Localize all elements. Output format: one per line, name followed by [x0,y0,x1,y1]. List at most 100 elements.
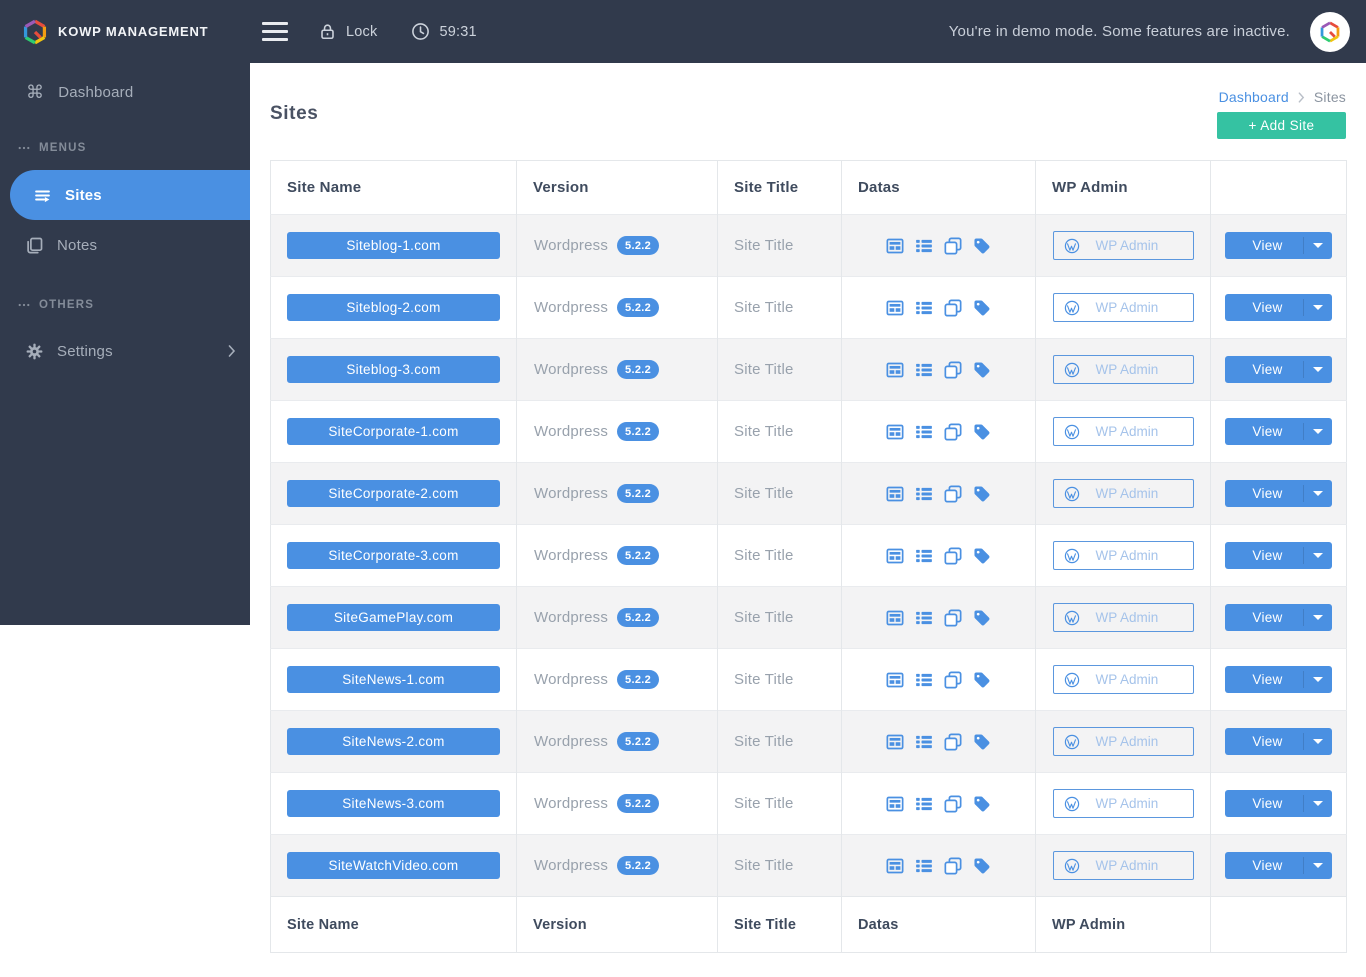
tag-icon[interactable] [973,485,991,503]
lock-button[interactable]: Lock [318,22,377,41]
th-list-icon[interactable] [915,857,933,875]
tag-icon[interactable] [973,299,991,317]
table-icon[interactable] [886,423,904,441]
clone-icon[interactable] [944,361,962,379]
wp-admin-button[interactable]: WP Admin [1052,727,1194,756]
wp-admin-button[interactable]: WP Admin [1052,789,1194,818]
tag-icon[interactable] [973,609,991,627]
avatar[interactable] [1310,11,1350,52]
wp-admin-button[interactable]: WP Admin [1052,231,1194,260]
table-icon[interactable] [886,237,904,255]
site-name-button[interactable]: Siteblog-2.com [287,294,500,321]
wp-admin-button[interactable]: WP Admin [1052,603,1194,632]
th-list-icon[interactable] [915,547,933,565]
caret-down-icon [1313,305,1323,310]
site-name-button[interactable]: SiteCorporate-2.com [287,480,500,507]
tag-icon[interactable] [973,795,991,813]
clone-icon[interactable] [944,299,962,317]
platform-label: Wordpress [534,733,609,750]
table-icon[interactable] [886,857,904,875]
tag-icon[interactable] [973,547,991,565]
th-list-icon[interactable] [915,237,933,255]
clone-icon[interactable] [944,237,962,255]
wp-admin-button[interactable]: WP Admin [1052,293,1194,322]
wp-admin-label: WP Admin [1095,548,1159,563]
site-name-button[interactable]: SiteNews-1.com [287,666,500,693]
tag-icon[interactable] [973,361,991,379]
session-timer: 59:31 [411,22,477,41]
tag-icon[interactable] [973,733,991,751]
site-name-button[interactable]: SiteCorporate-3.com [287,542,500,569]
button-divider [1303,485,1304,502]
view-button[interactable]: View [1225,728,1332,755]
th-list-icon[interactable] [915,733,933,751]
wp-admin-button[interactable]: WP Admin [1052,665,1194,694]
view-button[interactable]: View [1225,356,1332,383]
view-button[interactable]: View [1225,790,1332,817]
wp-admin-button[interactable]: WP Admin [1052,851,1194,880]
gear-icon [26,343,43,360]
view-button[interactable]: View [1225,418,1332,445]
tag-icon[interactable] [973,671,991,689]
table-icon[interactable] [886,299,904,317]
wp-admin-button[interactable]: WP Admin [1052,541,1194,570]
platform-label: Wordpress [534,485,609,502]
site-name-button[interactable]: SiteNews-2.com [287,728,500,755]
tag-icon[interactable] [973,237,991,255]
version-badge: 5.2.2 [617,236,660,255]
site-name-button[interactable]: SiteNews-3.com [287,790,500,817]
view-button[interactable]: View [1225,604,1332,631]
th-list-icon[interactable] [915,485,933,503]
clone-icon[interactable] [944,671,962,689]
th-list-icon[interactable] [915,361,933,379]
th-list-icon[interactable] [915,423,933,441]
th-list-icon[interactable] [915,671,933,689]
add-site-button[interactable]: + Add Site [1217,112,1346,139]
page-title: Sites [270,103,319,124]
clone-icon[interactable] [944,547,962,565]
tag-icon[interactable] [973,423,991,441]
clone-icon[interactable] [944,857,962,875]
view-button[interactable]: View [1225,666,1332,693]
site-name-button[interactable]: Siteblog-1.com [287,232,500,259]
site-name-button[interactable]: SiteGamePlay.com [287,604,500,631]
site-name-button[interactable]: SiteCorporate-1.com [287,418,500,445]
th-list-icon[interactable] [915,299,933,317]
th-list-icon[interactable] [915,609,933,627]
sidebar-item-sites[interactable]: Sites [10,170,250,220]
view-button[interactable]: View [1225,294,1332,321]
wp-admin-button[interactable]: WP Admin [1052,417,1194,446]
clone-icon[interactable] [944,609,962,627]
button-divider [1303,547,1304,564]
table-icon[interactable] [886,609,904,627]
table-icon[interactable] [886,733,904,751]
table-icon[interactable] [886,361,904,379]
site-name-button[interactable]: SiteWatchVideo.com [287,852,500,879]
sidebar-item-settings[interactable]: Settings [0,330,250,372]
clone-icon[interactable] [944,423,962,441]
view-button[interactable]: View [1225,480,1332,507]
clone-icon[interactable] [944,795,962,813]
clone-icon[interactable] [944,733,962,751]
table-icon[interactable] [886,795,904,813]
table-icon[interactable] [886,547,904,565]
view-button[interactable]: View [1225,232,1332,259]
brand[interactable]: KOWP MANAGEMENT [0,19,250,45]
wp-admin-label: WP Admin [1095,672,1159,687]
breadcrumb-dashboard-link[interactable]: Dashboard [1219,89,1289,105]
view-button[interactable]: View [1225,542,1332,569]
wp-admin-button[interactable]: WP Admin [1052,479,1194,508]
clone-icon[interactable] [944,485,962,503]
site-name-button[interactable]: Siteblog-3.com [287,356,500,383]
wp-admin-button[interactable]: WP Admin [1052,355,1194,384]
view-button[interactable]: View [1225,852,1332,879]
th-list-icon[interactable] [915,795,933,813]
table-icon[interactable] [886,671,904,689]
sidebar-item-dashboard[interactable]: ⌘ Dashboard [0,71,250,113]
table-icon[interactable] [886,485,904,503]
dashboard-icon: ⌘ [26,82,45,102]
sidebar-item-notes[interactable]: Notes [0,220,250,270]
table-row: SiteCorporate-2.com Wordpress 5.2.2 Site… [270,462,1347,525]
tag-icon[interactable] [973,857,991,875]
hamburger-menu-icon[interactable] [262,22,288,41]
